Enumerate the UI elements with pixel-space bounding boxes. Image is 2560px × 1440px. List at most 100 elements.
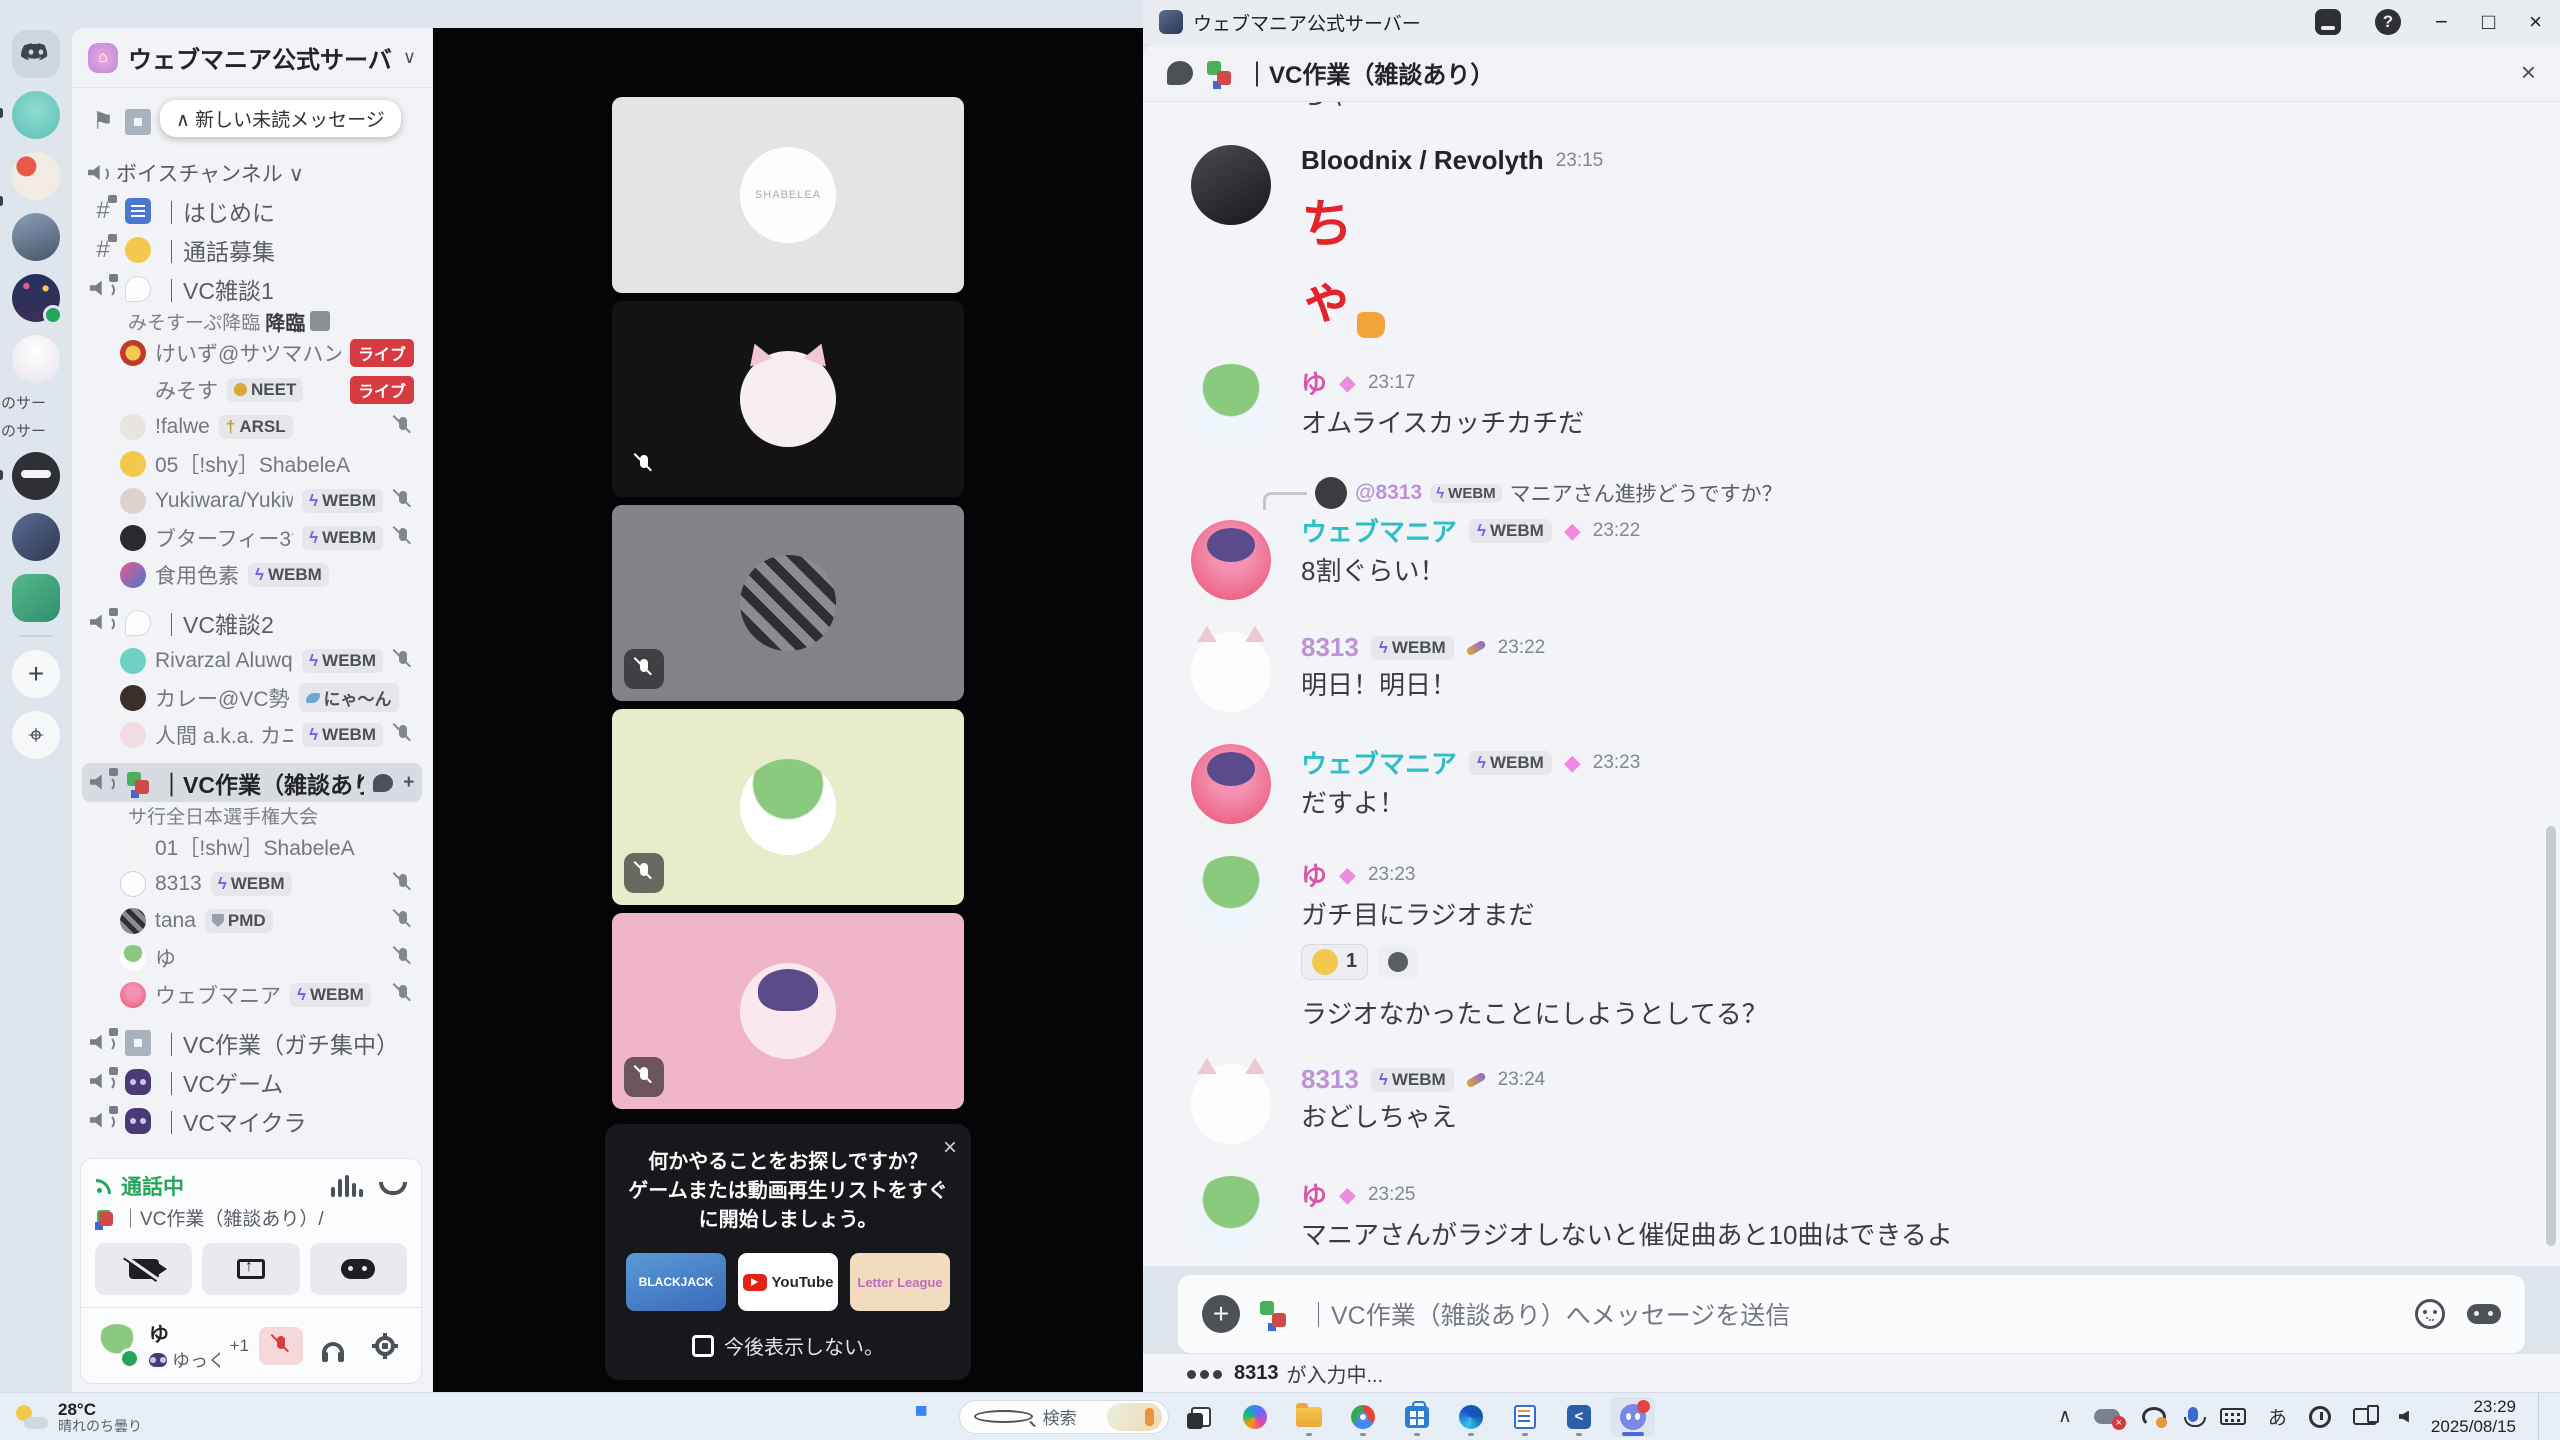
activity-blackjack[interactable]: BLACKJACK xyxy=(626,1253,726,1311)
channel-hajimeni[interactable]: # ｜はじめに xyxy=(82,191,422,230)
voice-member[interactable]: 05［!shy］ShabeleA xyxy=(82,445,422,482)
touch-keyboard-icon[interactable] xyxy=(2219,1408,2246,1425)
sticker[interactable]: ちゃ xyxy=(1301,182,1391,339)
dont-show-again-checkbox[interactable] xyxy=(692,1334,714,1357)
author-name[interactable]: ウェブマニア xyxy=(1301,744,1457,781)
avatar[interactable] xyxy=(1191,1058,1271,1144)
minimize-button[interactable]: − xyxy=(2435,9,2448,35)
tray-expand-icon[interactable]: ∧ xyxy=(2058,1405,2072,1428)
onedrive-error-icon[interactable] xyxy=(2093,1409,2126,1430)
ime-mode-indicator[interactable]: あ xyxy=(2268,1403,2287,1430)
explore-servers-button[interactable]: ⌖ xyxy=(12,711,60,759)
clock-app-icon[interactable] xyxy=(2308,1405,2331,1428)
voice-activity-icon[interactable] xyxy=(331,1175,363,1197)
channel-vc-zatsudan2[interactable]: ｜VC雑談2 xyxy=(82,603,422,642)
voice-member[interactable]: 8313 ϟ WEBM xyxy=(82,865,422,902)
start-button[interactable] xyxy=(905,1397,949,1437)
avatar[interactable] xyxy=(1191,1176,1271,1256)
chrome-button[interactable] xyxy=(1341,1397,1385,1437)
channel-vc-zatsudan1[interactable]: ｜VC雑談1 xyxy=(82,269,422,308)
maximize-button[interactable]: □ xyxy=(2482,9,2495,35)
copilot-button[interactable] xyxy=(1233,1397,1277,1437)
chat-scrollbar[interactable] xyxy=(2546,826,2556,1246)
author-name[interactable]: 8313 xyxy=(1301,1064,1359,1095)
show-desktop-sliver[interactable] xyxy=(2538,1393,2546,1440)
reply-context[interactable]: @8313 ϟ WEBM マニアさん進捗どうですか？ xyxy=(1263,476,2500,511)
server-icon-night-photo[interactable] xyxy=(12,513,60,561)
avatar[interactable] xyxy=(1191,744,1271,825)
invite-member-icon[interactable]: + xyxy=(403,772,414,794)
author-name[interactable]: Bloodnix / Revolyth xyxy=(1301,145,1544,176)
taskbar-weather-widget[interactable]: 28°C 晴れのち曇り xyxy=(0,1393,158,1440)
server-icon-anime-girl[interactable] xyxy=(12,335,60,383)
file-explorer-button[interactable] xyxy=(1287,1397,1331,1437)
task-view-button[interactable] xyxy=(1179,1397,1223,1437)
channel-vc-sagyou-zatsudan[interactable]: ｜VC作業（雑談あり） + xyxy=(82,763,422,802)
avatar[interactable] xyxy=(1191,856,1271,937)
video-tile-8313[interactable] xyxy=(612,301,964,497)
camera-button[interactable] xyxy=(95,1243,193,1295)
author-name[interactable]: ゆ xyxy=(1301,364,1327,401)
author-name[interactable]: ウェブマニア xyxy=(1301,512,1457,549)
server-icon-sunglasses[interactable] xyxy=(12,452,60,500)
reaction-grin[interactable]: 1 xyxy=(1301,943,1369,980)
avatar[interactable] xyxy=(1191,145,1271,226)
discord-taskbar-button[interactable] xyxy=(1611,1396,1655,1437)
app-install-icon[interactable] xyxy=(2314,9,2341,35)
avatar[interactable] xyxy=(1191,626,1271,713)
video-tile-webmania[interactable] xyxy=(612,913,964,1109)
voice-member[interactable]: ウェブマニア ϟ WEBM xyxy=(82,976,422,1013)
voice-member[interactable]: けいず@サツマハン ライブ xyxy=(82,334,422,371)
add-server-button[interactable]: + xyxy=(12,650,60,698)
taskbar-search[interactable]: 検索 xyxy=(959,1399,1169,1434)
discord-home-button[interactable] xyxy=(12,30,60,78)
server-icon-k-art[interactable] xyxy=(12,152,60,200)
user-info[interactable]: ゆ ゆっくりMovieMaker v4.43.1.0をプ... xyxy=(149,1318,220,1373)
edge-button[interactable] xyxy=(1449,1397,1493,1437)
gif-activity-icon[interactable] xyxy=(2467,1304,2501,1324)
activity-youtube[interactable]: YouTube xyxy=(738,1253,838,1311)
avatar[interactable] xyxy=(1191,364,1271,445)
notes-app-button[interactable] xyxy=(1503,1397,1547,1437)
video-tile-yu[interactable] xyxy=(612,709,964,905)
server-icon-pixel-green[interactable] xyxy=(12,574,60,622)
activity-letter-league[interactable]: Letter League xyxy=(850,1253,950,1311)
server-icon-webmania-fireworks[interactable] xyxy=(12,274,63,325)
voice-member[interactable]: tana PMD xyxy=(82,902,422,939)
user-avatar[interactable] xyxy=(95,1323,140,1369)
add-reaction-button[interactable] xyxy=(1378,944,1419,979)
tray-clock[interactable]: 23:29 2025/08/15 xyxy=(2431,1397,2516,1437)
voice-channel-path[interactable]: ｜VC作業（雑談あり）/ ウェブマニア公式サ... xyxy=(95,1204,331,1231)
voice-member[interactable]: Yukiwara/YukiwaraϟWEBM xyxy=(82,482,422,519)
voice-member[interactable]: 人間 a.k.a. カニたまϟWEBM xyxy=(82,716,422,753)
channel-tsuwabosyu[interactable]: # ｜通話募集 xyxy=(82,230,422,269)
server-icon-teal-monster[interactable] xyxy=(12,91,60,139)
microsoft-store-button[interactable] xyxy=(1395,1397,1439,1437)
close-icon[interactable]: × xyxy=(943,1134,957,1162)
new-unread-pill[interactable]: ∧ 新しい未読メッセージ xyxy=(160,100,401,137)
mute-button[interactable] xyxy=(259,1326,303,1365)
category-voice-channels[interactable]: ボイスチャンネル ∨ xyxy=(82,155,422,191)
author-name[interactable]: 8313 xyxy=(1301,632,1359,663)
disconnect-call-icon[interactable] xyxy=(379,1181,407,1195)
update-sync-icon[interactable] xyxy=(2141,1406,2167,1428)
window-titlebar[interactable]: ウェブマニア公式サーバー ? − □ × xyxy=(1143,0,2560,44)
voice-member[interactable]: 01［!shw］ShabeleA xyxy=(82,828,422,865)
emoji-picker-icon[interactable] xyxy=(2415,1299,2445,1329)
mic-tray-icon[interactable] xyxy=(2183,1407,2206,1427)
voice-member[interactable]: みそす NEET ライブ xyxy=(82,371,422,408)
video-tile-shabelea[interactable]: SHABELEA xyxy=(612,97,964,293)
help-icon[interactable]: ? xyxy=(2374,9,2401,35)
activity-button[interactable] xyxy=(309,1243,407,1295)
author-name[interactable]: ゆ xyxy=(1301,1176,1327,1213)
open-chat-icon[interactable] xyxy=(372,773,393,792)
screenshare-button[interactable] xyxy=(202,1243,300,1295)
settings-button[interactable] xyxy=(363,1327,407,1365)
channel-vc-micra[interactable]: ｜VCマイクラ xyxy=(82,1101,422,1140)
close-chat-icon[interactable]: × xyxy=(2521,57,2536,88)
deafen-button[interactable] xyxy=(311,1327,355,1365)
server-header[interactable]: ⌂ ウェブマニア公式サーバー ∨ xyxy=(72,28,432,88)
voice-member[interactable]: ブターフィー3世ϟWEBM xyxy=(82,519,422,556)
voice-member[interactable]: Rivarzal AluwqimϟWEBM xyxy=(82,642,422,679)
voice-member[interactable]: カレー@VC勢 にゃ～ん xyxy=(82,679,422,716)
